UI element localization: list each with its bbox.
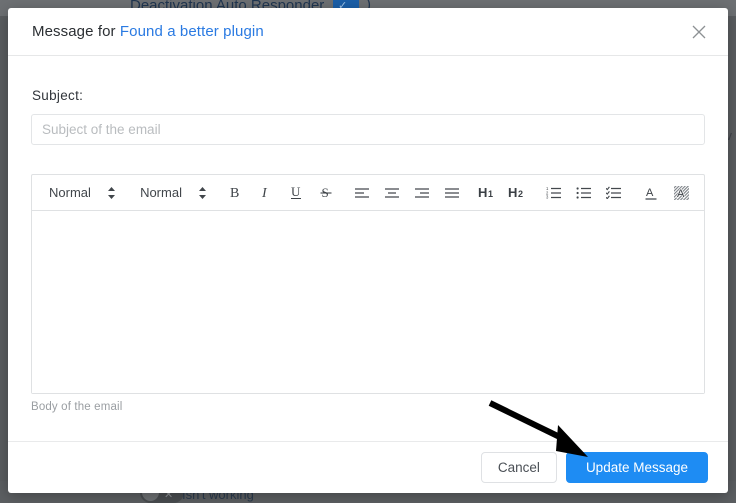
modal-footer: Cancel Update Message	[8, 441, 728, 493]
svg-text:2: 2	[518, 189, 523, 199]
svg-text:H: H	[478, 185, 487, 200]
subject-input[interactable]	[31, 114, 705, 145]
toolbar-group-colors: A A A	[636, 180, 696, 206]
svg-text:I: I	[261, 186, 268, 200]
highlight-color-button[interactable]: A A	[668, 180, 694, 206]
bullet-list-button[interactable]	[571, 180, 597, 206]
modal-title-prefix: Message for	[32, 23, 120, 40]
toolbar-group-lists: 1 2 3	[539, 180, 629, 206]
svg-text:A: A	[646, 187, 654, 199]
chevron-updown-icon	[107, 186, 116, 200]
subject-label: Subject:	[32, 88, 84, 103]
svg-text:1: 1	[488, 189, 493, 199]
heading-1-button[interactable]: H 1	[475, 180, 501, 206]
modal-body: Subject: Normal Normal	[8, 56, 728, 441]
svg-text:B: B	[230, 186, 239, 200]
heading-2-button[interactable]: H 2	[505, 180, 531, 206]
font-family-select[interactable]: Normal	[131, 180, 216, 206]
block-format-value: Normal	[49, 185, 91, 200]
toolbar-group-alignment	[347, 180, 467, 206]
align-right-button[interactable]	[409, 180, 435, 206]
editor-help-text: Body of the email	[31, 401, 123, 413]
update-message-button[interactable]: Update Message	[565, 452, 708, 483]
svg-text:U: U	[291, 185, 301, 199]
strikethrough-button[interactable]: S	[313, 180, 339, 206]
rich-text-editor: Normal Normal B I U H 1 H 2 1 2 3 A A A	[31, 174, 705, 394]
cancel-button[interactable]: Cancel	[480, 452, 557, 483]
check-list-button[interactable]	[601, 180, 627, 206]
underline-button[interactable]: U	[283, 180, 309, 206]
chevron-updown-icon	[198, 186, 207, 200]
text-color-button[interactable]: A	[638, 180, 664, 206]
editor-toolbar: Normal Normal B I U H 1 H 2 1 2 3 A A A	[32, 175, 704, 211]
modal-title: Message for Found a better plugin	[32, 23, 264, 40]
ordered-list-button[interactable]: 1 2 3	[541, 180, 567, 206]
block-format-select[interactable]: Normal	[40, 180, 125, 206]
toolbar-group-inline-style: B I U	[221, 180, 341, 206]
svg-text:3: 3	[546, 195, 549, 199]
font-family-value: Normal	[140, 185, 182, 200]
italic-button[interactable]: I	[253, 180, 279, 206]
align-center-button[interactable]	[379, 180, 405, 206]
bold-button[interactable]: B	[223, 180, 249, 206]
close-icon[interactable]	[686, 19, 712, 45]
svg-text:H: H	[508, 185, 517, 200]
message-modal: Message for Found a better plugin Subjec…	[8, 8, 728, 493]
svg-text:A: A	[677, 188, 685, 200]
align-justify-button[interactable]	[439, 180, 465, 206]
modal-title-link[interactable]: Found a better plugin	[120, 23, 264, 40]
modal-header: Message for Found a better plugin	[8, 8, 728, 56]
editor-content-area[interactable]	[32, 211, 704, 393]
align-left-button[interactable]	[349, 180, 375, 206]
toolbar-group-headings: H 1 H 2	[473, 180, 533, 206]
